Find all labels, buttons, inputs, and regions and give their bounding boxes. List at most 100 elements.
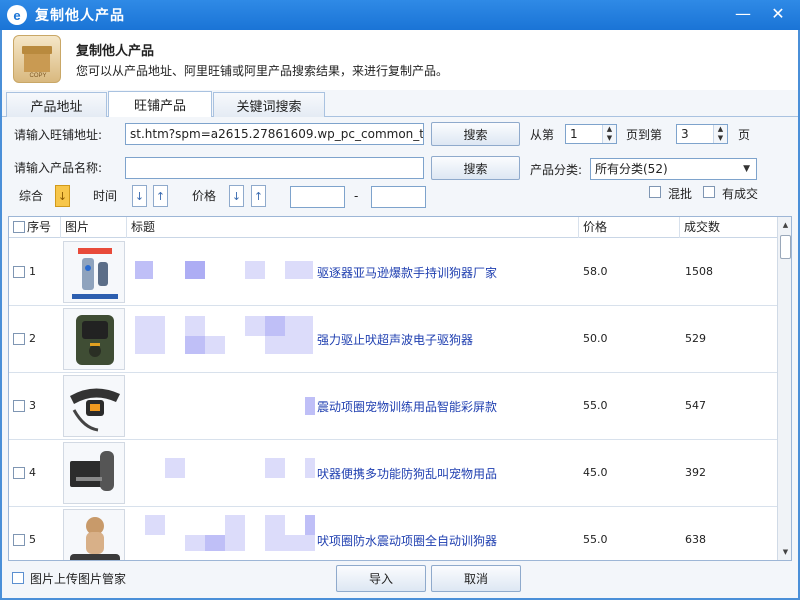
search-product-button[interactable]: 搜索 [431, 156, 520, 180]
price-range-dash: - [354, 189, 359, 203]
sort-general-label: 综合 [19, 189, 44, 203]
from-page-value: 1 [570, 127, 578, 141]
has-deal-label: 有成交 [722, 187, 759, 201]
close-button[interactable]: ✕ [765, 2, 791, 24]
tab-keyword-search[interactable]: 关键词搜索 [213, 92, 325, 117]
search-shop-button[interactable]: 搜索 [431, 122, 520, 146]
sort-general-desc-icon[interactable]: ↓ [55, 185, 70, 207]
table-vertical-scrollbar[interactable]: ▲ ▼ [777, 217, 791, 560]
to-page-stepper[interactable]: 3 ▲ ▼ [676, 124, 728, 144]
sort-time-label: 时间 [93, 189, 118, 203]
tab-bar: 产品地址 旺铺产品 关键词搜索 [2, 90, 798, 117]
row-checkbox[interactable] [13, 534, 25, 546]
row-checkbox[interactable] [13, 333, 25, 345]
product-deals: 638 [685, 533, 706, 546]
product-price: 55.0 [583, 533, 608, 546]
product-thumbnail [63, 375, 125, 437]
sort-price-asc-icon[interactable]: ↑ [251, 185, 266, 207]
app-logo-icon: e [7, 5, 27, 25]
minimize-button[interactable]: — [730, 2, 756, 24]
upload-to-image-manager-label: 图片上传图片管家 [30, 572, 127, 586]
product-thumbnail [63, 442, 125, 504]
table-row[interactable]: 4 吠器便携多功能防狗乱叫宠物用品 45.0 392 [9, 440, 777, 507]
wholesale-checkbox[interactable] [649, 186, 661, 198]
product-title-link[interactable]: 强力驱止吠超声波电子驱狗器 [317, 331, 473, 348]
price-max-input[interactable] [371, 186, 426, 208]
sort-time-asc-icon[interactable]: ↑ [153, 185, 168, 207]
window-title-bar: e 复制他人产品 — ✕ [0, 0, 800, 30]
col-title-header[interactable]: 标题 [127, 217, 579, 238]
category-label: 产品分类: [530, 163, 583, 177]
to-page-value: 3 [681, 127, 689, 141]
row-seq: 4 [29, 466, 36, 479]
product-name-input[interactable] [125, 157, 424, 179]
has-deal-checkbox[interactable] [703, 186, 715, 198]
product-deals: 1508 [685, 265, 713, 278]
product-price: 58.0 [583, 265, 608, 278]
col-deals-header[interactable]: 成交数 [680, 217, 777, 238]
product-deals: 392 [685, 466, 706, 479]
category-select[interactable]: 所有分类(52) ▼ [590, 158, 757, 180]
col-price-header[interactable]: 价格 [579, 217, 680, 238]
scrollbar-thumb[interactable] [780, 235, 791, 259]
price-min-input[interactable] [290, 186, 345, 208]
cancel-button[interactable]: 取消 [431, 565, 521, 592]
tab-product-url[interactable]: 产品地址 [6, 92, 107, 117]
dropdown-caret-icon: ▼ [743, 164, 750, 174]
row-seq: 1 [29, 265, 36, 278]
table-header: 序号 图片 标题 价格 成交数 [9, 217, 777, 238]
sort-price-desc-icon[interactable]: ↓ [229, 185, 244, 207]
product-price: 55.0 [583, 399, 608, 412]
product-name-label: 请输入产品名称: [14, 161, 103, 175]
col-image-header[interactable]: 图片 [61, 217, 127, 238]
product-title-link[interactable]: 吠器便携多功能防狗乱叫宠物用品 [317, 465, 497, 482]
upload-to-image-manager-checkbox[interactable] [12, 572, 24, 584]
stepper-arrows-icon[interactable]: ▲ ▼ [602, 125, 616, 143]
from-page-label: 从第 [530, 128, 555, 142]
bark-control-device-image-icon [64, 309, 124, 369]
to-page-label: 页到第 [626, 128, 663, 142]
row-seq: 5 [29, 533, 36, 546]
stepper-arrows-icon[interactable]: ▲ ▼ [713, 125, 727, 143]
product-title-link[interactable]: 震动项圈宠物训练用品智能彩屏款 [317, 398, 497, 415]
scroll-up-icon[interactable]: ▲ [779, 218, 791, 232]
header-title: 复制他人产品 [76, 44, 155, 59]
dog-training-collar-image-icon [64, 510, 124, 560]
sort-price-label: 价格 [192, 189, 217, 203]
product-title-link[interactable]: 吠项圈防水震动项圈全自动训狗器 [317, 532, 497, 549]
wholesale-label: 混批 [668, 187, 693, 201]
row-checkbox[interactable] [13, 266, 25, 278]
dialog-body: COPY 复制他人产品 您可以从产品地址、阿里旺铺或阿里产品搜索结果，来进行复制… [2, 30, 798, 598]
copy-box-icon: COPY [13, 35, 61, 83]
product-thumbnail [63, 308, 125, 370]
product-deals: 529 [685, 332, 706, 345]
product-price: 45.0 [583, 466, 608, 479]
table-row[interactable]: 2 强力驱止吠超声波电子驱狗器 50.0 529 [9, 306, 777, 373]
category-value: 所有分类(52) [595, 162, 668, 176]
header-description: 您可以从产品地址、阿里旺铺或阿里产品搜索结果，来进行复制产品。 [76, 64, 449, 78]
dialog-header: COPY 复制他人产品 您可以从产品地址、阿里旺铺或阿里产品搜索结果，来进行复制… [2, 30, 798, 90]
table-row[interactable]: 3 震动项圈宠物训练用品智能彩屏款 55.0 547 [9, 373, 777, 440]
page-unit-label: 页 [738, 128, 751, 142]
row-checkbox[interactable] [13, 400, 25, 412]
row-checkbox[interactable] [13, 467, 25, 479]
row-seq: 3 [29, 399, 36, 412]
sort-time-desc-icon[interactable]: ↓ [132, 185, 147, 207]
copy-box-label: COPY [29, 73, 47, 79]
shop-url-label: 请输入旺铺地址: [14, 128, 103, 142]
table-row[interactable]: 1 驱逐器亚马逊爆款手持训狗器厂家 58.0 1508 [9, 239, 777, 306]
table-row[interactable]: 5 吠项圈防水震动项圈全自动训狗器 55.0 638 [9, 507, 777, 560]
product-title-link[interactable]: 驱逐器亚马逊爆款手持训狗器厂家 [317, 264, 497, 281]
shop-url-input[interactable]: st.htm?spm=a2615.27861609.wp_pc_common_t… [125, 123, 424, 145]
anti-bark-device-image-icon [64, 443, 124, 503]
tab-shop-products[interactable]: 旺铺产品 [108, 91, 212, 117]
window-title: 复制他人产品 [35, 8, 125, 24]
product-deals: 547 [685, 399, 706, 412]
product-price: 50.0 [583, 332, 608, 345]
from-page-stepper[interactable]: 1 ▲ ▼ [565, 124, 617, 144]
scroll-down-icon[interactable]: ▼ [779, 545, 791, 559]
col-seq-header[interactable]: 序号 [23, 217, 61, 238]
dog-collar-image-icon [64, 376, 124, 436]
import-button[interactable]: 导入 [336, 565, 426, 592]
product-thumbnail [63, 241, 125, 303]
